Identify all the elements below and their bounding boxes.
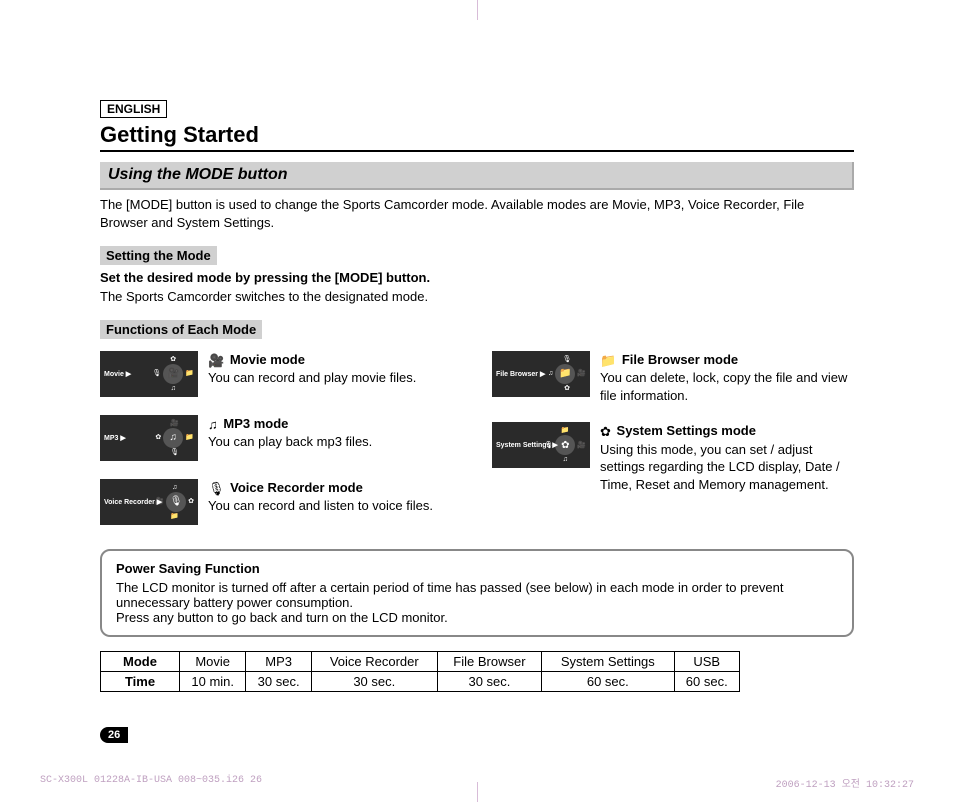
music-icon: ♫ bbox=[172, 484, 177, 491]
power-saving-callout: Power Saving Function The LCD monitor is… bbox=[100, 549, 854, 637]
footer-left: SC-X300L 01228A-IB-USA 008~035.i26 26 bbox=[40, 775, 262, 791]
modes-right-column: File Browser ▶ 🎙 ♫ 📁 🎥 ✿ 📁 File Browser … bbox=[492, 351, 854, 543]
table-cell: MP3 bbox=[246, 651, 311, 671]
folder-icon: 📁 bbox=[600, 352, 616, 370]
gear-icon: ✿ bbox=[555, 435, 575, 455]
folder-icon: 📁 bbox=[561, 427, 570, 434]
crop-mark-top bbox=[477, 0, 478, 20]
modes-grid: Movie ▶ ✿ 🎙 🎥 📁 ♫ 🎥 Movie mode You bbox=[100, 351, 854, 543]
mode-file-desc: You can delete, lock, copy the file and … bbox=[600, 370, 847, 403]
setting-mode-body: Set the desired mode by pressing the [MO… bbox=[100, 269, 854, 305]
camera-icon: 🎥 bbox=[577, 370, 586, 377]
power-saving-table: Mode Movie MP3 Voice Recorder File Brows… bbox=[100, 651, 740, 692]
mode-sys-desc: Using this mode, you can set / adjust se… bbox=[600, 442, 840, 492]
mode-movie: Movie ▶ ✿ 🎙 🎥 📁 ♫ 🎥 Movie mode You bbox=[100, 351, 462, 397]
table-cell: Voice Recorder bbox=[311, 651, 437, 671]
table-cell: 30 sec. bbox=[311, 671, 437, 691]
table-cell: USB bbox=[674, 651, 740, 671]
camera-icon: 🎥 bbox=[163, 364, 183, 384]
gear-icon: ✿ bbox=[564, 385, 570, 392]
table-row: Time 10 min. 30 sec. 30 sec. 30 sec. 60 … bbox=[101, 671, 740, 691]
setting-mode-desc: The Sports Camcorder switches to the des… bbox=[100, 289, 428, 304]
table-cell: File Browser bbox=[437, 651, 541, 671]
mode-movie-thumb: Movie ▶ ✿ 🎙 🎥 📁 ♫ bbox=[100, 351, 198, 397]
music-icon: ♫ bbox=[548, 370, 553, 377]
mode-file-title: File Browser mode bbox=[622, 352, 738, 367]
table-cell: 30 sec. bbox=[246, 671, 311, 691]
print-footer: SC-X300L 01228A-IB-USA 008~035.i26 26 20… bbox=[40, 775, 914, 791]
intro-text: The [MODE] button is used to change the … bbox=[100, 196, 854, 232]
setting-mode-label: Setting the Mode bbox=[100, 246, 217, 265]
mic-icon: 🎙 bbox=[563, 356, 572, 363]
thumb-label: Movie ▶ bbox=[104, 370, 131, 378]
gear-icon: ✿ bbox=[155, 434, 161, 441]
mode-movie-desc: You can record and play movie files. bbox=[208, 370, 416, 385]
music-icon: ♫ bbox=[208, 416, 218, 434]
camera-icon: 🎥 bbox=[577, 442, 586, 449]
mode-mp3-thumb: MP3 ▶ 🎥 ✿ ♫ 📁 🎙 bbox=[100, 415, 198, 461]
callout-body-2: Press any button to go back and turn on … bbox=[116, 610, 838, 625]
section-heading: Using the MODE button bbox=[100, 162, 854, 190]
language-label: ENGLISH bbox=[100, 100, 167, 118]
page-number: 26 bbox=[100, 726, 128, 741]
mode-sys: System Settings ▶ 📁 🎙 ✿ 🎥 ♫ ✿ System Set… bbox=[492, 422, 854, 493]
camera-icon: 🎥 bbox=[170, 420, 179, 427]
camera-icon: 🎥 bbox=[208, 352, 224, 370]
folder-icon: 📁 bbox=[185, 370, 194, 377]
table-cell: 30 sec. bbox=[437, 671, 541, 691]
music-icon: ♫ bbox=[163, 428, 183, 448]
mic-icon: 🎙 bbox=[152, 370, 161, 377]
thumb-label: Voice Recorder ▶ bbox=[104, 498, 162, 506]
setting-mode-bold: Set the desired mode by pressing the [MO… bbox=[100, 270, 430, 285]
mode-voice-title: Voice Recorder mode bbox=[230, 480, 363, 495]
folder-icon: 📁 bbox=[170, 513, 179, 520]
table-cell: 60 sec. bbox=[674, 671, 740, 691]
music-icon: ♫ bbox=[171, 385, 176, 392]
page-number-badge: 26 bbox=[100, 727, 128, 743]
music-icon: ♫ bbox=[563, 456, 568, 463]
folder-icon: 📁 bbox=[185, 434, 194, 441]
callout-title: Power Saving Function bbox=[116, 561, 838, 576]
callout-body-1: The LCD monitor is turned off after a ce… bbox=[116, 580, 838, 610]
mode-voice: Voice Recorder ▶ ♫ 🎥 🎙 ✿ 📁 🎙 Voice Recor… bbox=[100, 479, 462, 525]
table-cell: 60 sec. bbox=[542, 671, 674, 691]
footer-right: 2006-12-13 오전 10:32:27 bbox=[776, 775, 914, 791]
thumb-icon-cluster: 🎙 ♫ 📁 🎥 ✿ bbox=[548, 356, 586, 392]
thumb-label: System Settings ▶ bbox=[496, 441, 558, 449]
gear-icon: ✿ bbox=[188, 498, 194, 505]
mic-icon: 🎙 bbox=[170, 449, 179, 456]
gear-icon: ✿ bbox=[170, 356, 176, 363]
mic-icon: 🎙 bbox=[166, 492, 186, 512]
mode-movie-title: Movie mode bbox=[230, 352, 305, 367]
functions-label: Functions of Each Mode bbox=[100, 320, 262, 339]
mode-voice-desc: You can record and listen to voice files… bbox=[208, 498, 433, 513]
table-cell: Movie bbox=[180, 651, 246, 671]
mode-mp3-title: MP3 mode bbox=[223, 416, 288, 431]
thumb-label: File Browser ▶ bbox=[496, 370, 545, 378]
mic-icon: 🎙 bbox=[208, 480, 225, 498]
folder-icon: 📁 bbox=[555, 364, 575, 384]
table-cell: System Settings bbox=[542, 651, 674, 671]
page-content: ENGLISH Getting Started Using the MODE b… bbox=[0, 0, 954, 692]
gear-icon: ✿ bbox=[600, 423, 611, 441]
table-row: Mode Movie MP3 Voice Recorder File Brows… bbox=[101, 651, 740, 671]
mode-mp3: MP3 ▶ 🎥 ✿ ♫ 📁 🎙 ♫ MP3 mode You can bbox=[100, 415, 462, 461]
page-title: Getting Started bbox=[100, 122, 854, 152]
mode-sys-title: System Settings mode bbox=[617, 423, 756, 438]
modes-left-column: Movie ▶ ✿ 🎙 🎥 📁 ♫ 🎥 Movie mode You bbox=[100, 351, 462, 543]
mode-file-thumb: File Browser ▶ 🎙 ♫ 📁 🎥 ✿ bbox=[492, 351, 590, 397]
mode-voice-thumb: Voice Recorder ▶ ♫ 🎥 🎙 ✿ 📁 bbox=[100, 479, 198, 525]
thumb-icon-cluster: 🎥 ✿ ♫ 📁 🎙 bbox=[155, 420, 194, 456]
mode-file: File Browser ▶ 🎙 ♫ 📁 🎥 ✿ 📁 File Browser … bbox=[492, 351, 854, 405]
thumb-label: MP3 ▶ bbox=[104, 434, 126, 442]
table-cell: 10 min. bbox=[180, 671, 246, 691]
mode-sys-thumb: System Settings ▶ 📁 🎙 ✿ 🎥 ♫ bbox=[492, 422, 590, 468]
row-header-time: Time bbox=[101, 671, 180, 691]
thumb-icon-cluster: ✿ 🎙 🎥 📁 ♫ bbox=[152, 356, 194, 392]
row-header-mode: Mode bbox=[101, 651, 180, 671]
mode-mp3-desc: You can play back mp3 files. bbox=[208, 434, 372, 449]
